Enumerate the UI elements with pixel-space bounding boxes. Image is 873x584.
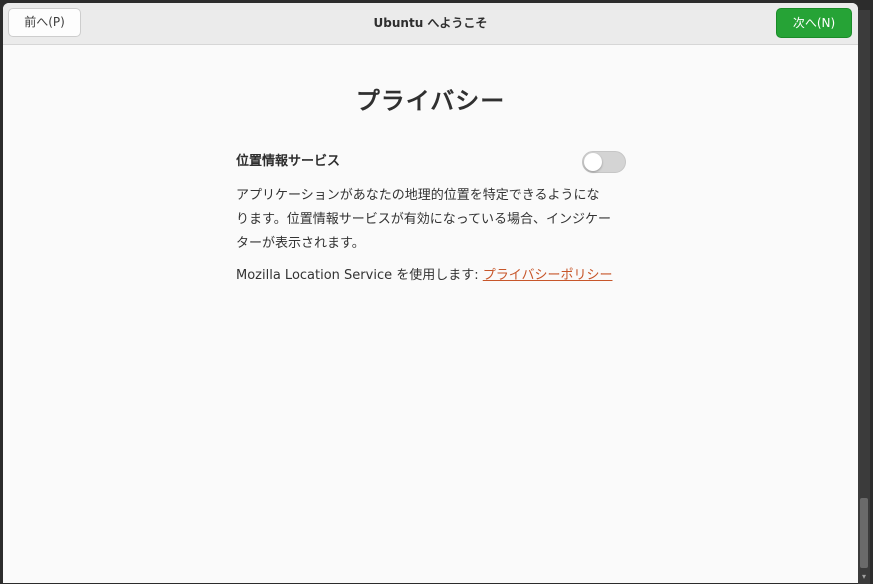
installer-window: 前へ(P) Ubuntu へようこそ 次へ(N) プライバシー 位置情報サービス… [3,3,858,583]
scroll-thumb[interactable] [860,498,868,568]
description-line: ターが表示されます。 [236,236,365,251]
location-service-description: アプリケーションがあなたの地理的位置を特定できるようにな ります。位置情報サービ… [236,184,626,256]
location-service-toggle[interactable] [582,151,626,173]
header-bar: 前へ(P) Ubuntu へようこそ 次へ(N) [3,3,858,45]
description-line: アプリケーションがあなたの地理的位置を特定できるようにな [236,188,600,203]
mozilla-service-line: Mozilla Location Service を使用します: プライバシーポ… [236,264,626,283]
scroll-down-icon[interactable]: ▾ [858,572,870,582]
location-service-label: 位置情報サービス [236,154,341,169]
location-service-section: 位置情報サービス アプリケーションがあなたの地理的位置を特定できるようにな りま… [236,151,626,283]
page-title: プライバシー [355,87,506,115]
mozilla-service-text: Mozilla Location Service を使用します: [236,268,483,283]
privacy-policy-link[interactable]: プライバシーポリシー [483,268,613,283]
description-line: ります。位置情報サービスが有効になっている場合、インジケー [236,212,612,227]
scrollbar[interactable]: ▾ [858,10,870,584]
toggle-knob [584,153,602,171]
next-button[interactable]: 次へ(N) [776,8,852,38]
window-title: Ubuntu へようこそ [373,16,488,30]
